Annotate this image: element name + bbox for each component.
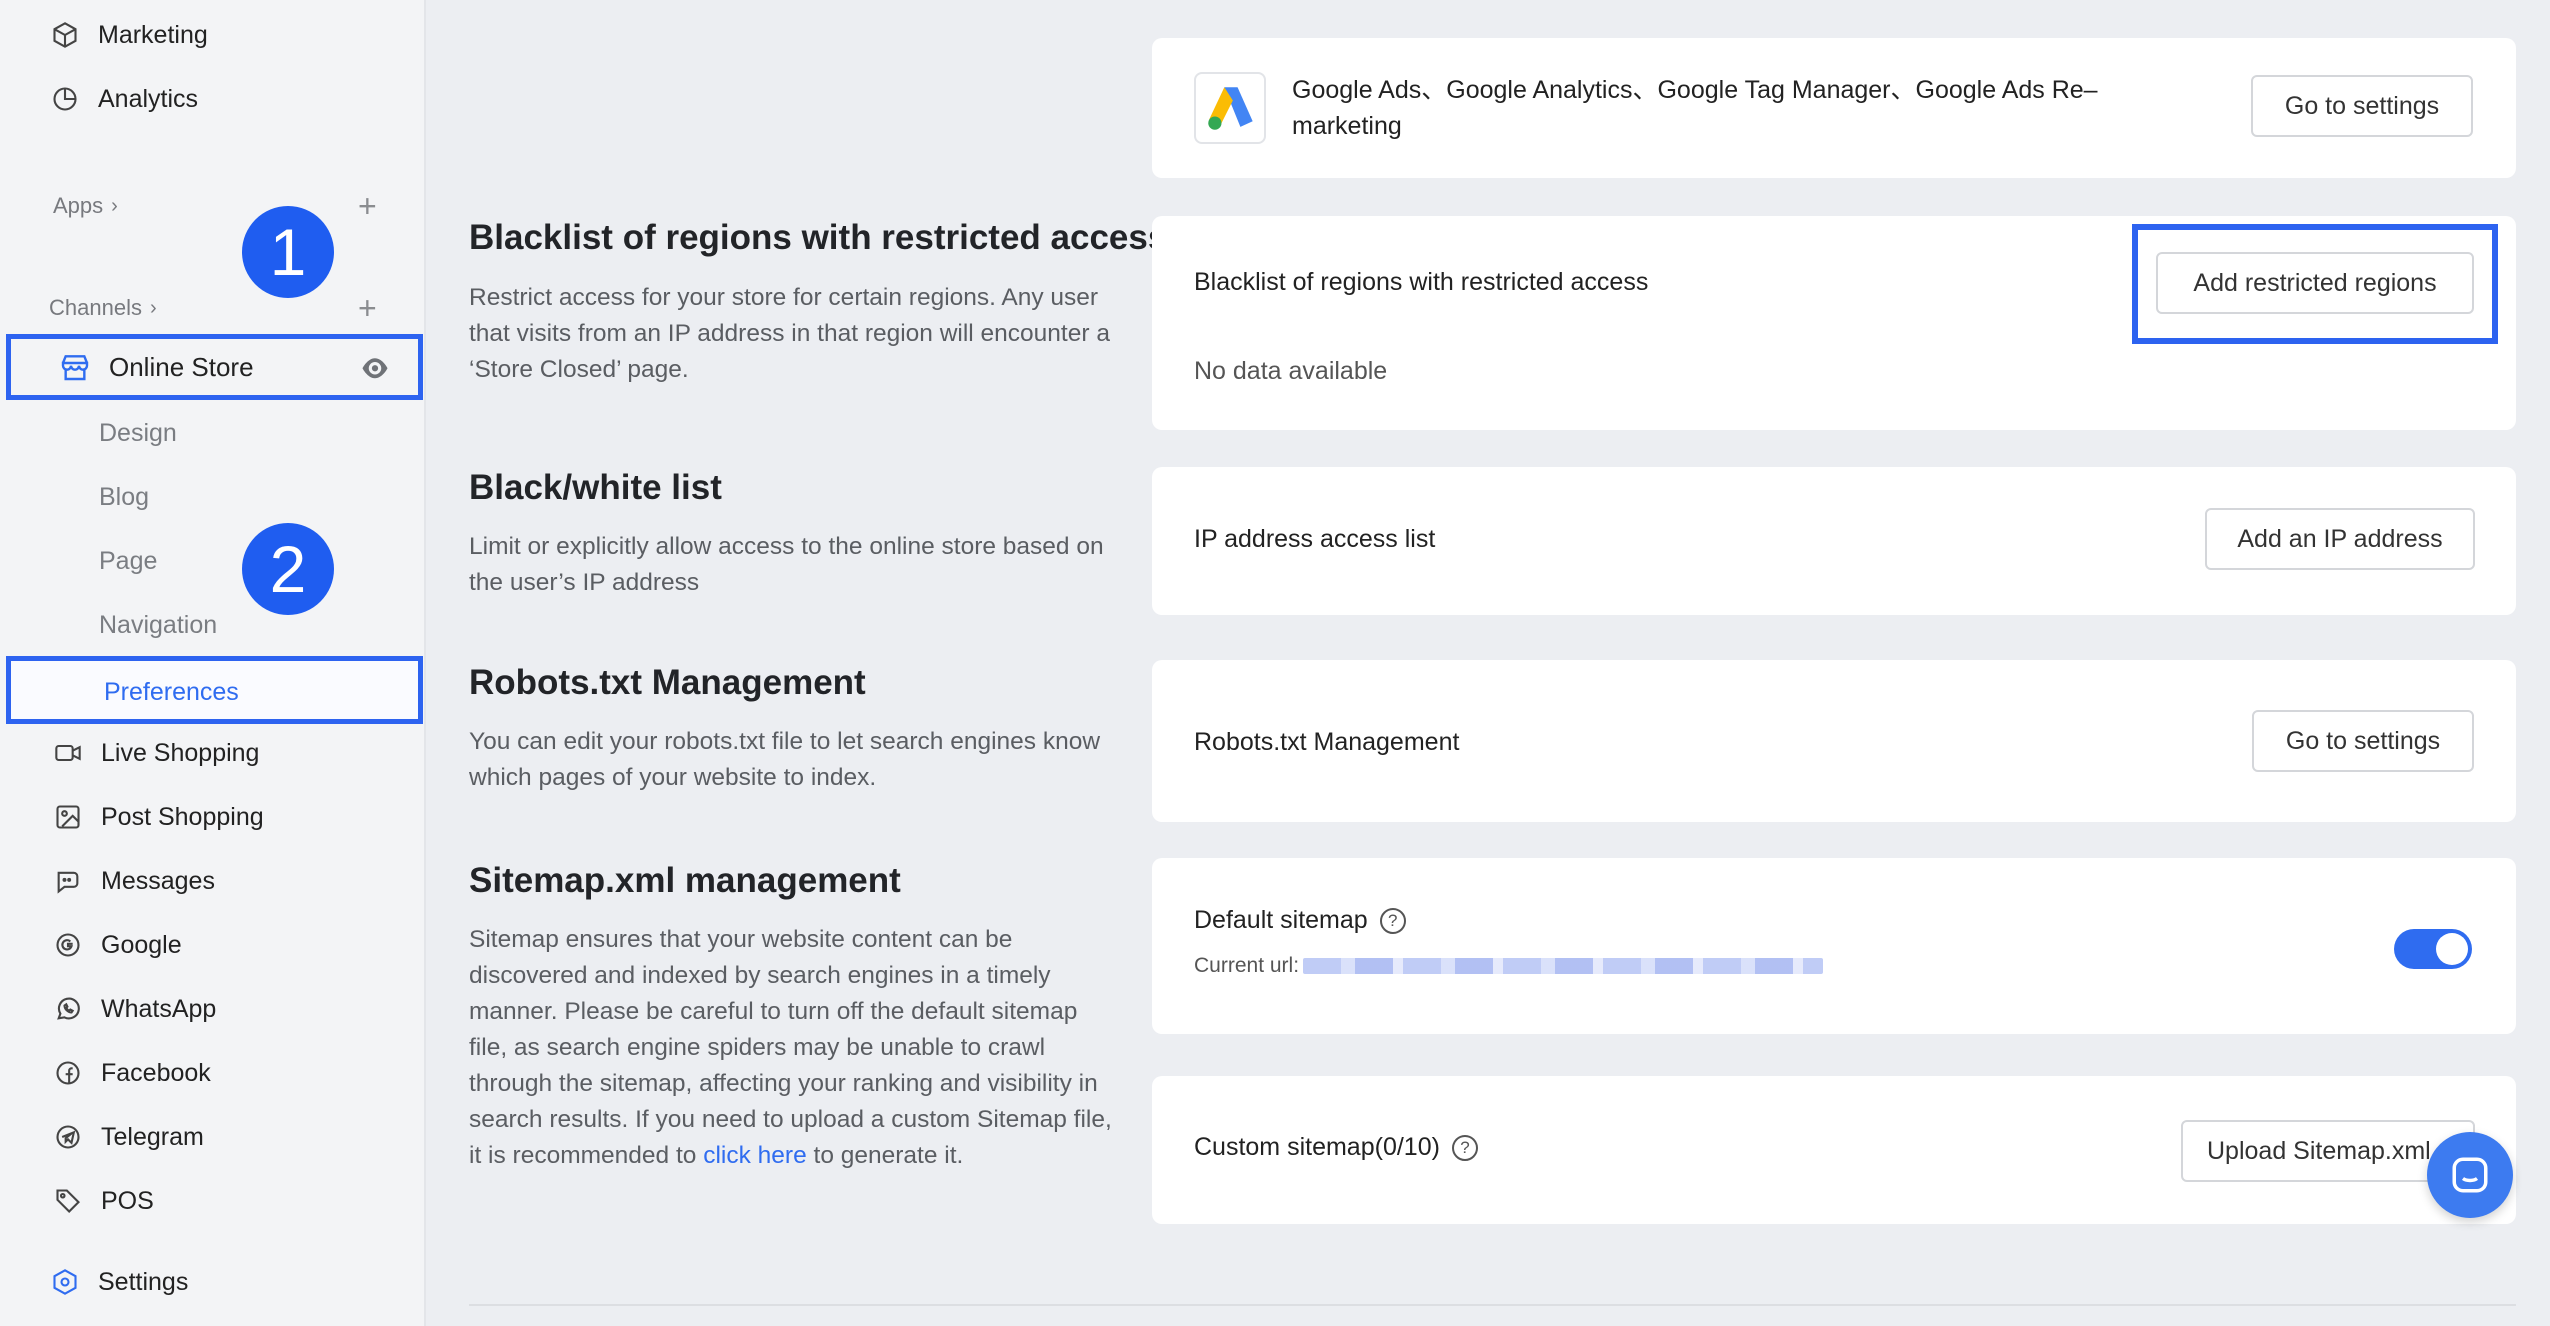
blacklist-section-desc: Restrict access for your store for certa… — [469, 284, 1110, 383]
sidebar-item-label: Facebook — [101, 1058, 211, 1087]
sitemap-desc-text: Sitemap ensures that your website conten… — [469, 926, 1112, 1169]
help-icon[interactable]: ? — [1379, 907, 1406, 934]
sidebar-item-marketing[interactable]: Marketing — [50, 10, 208, 60]
sidebar-subitem-page[interactable]: Page — [99, 541, 157, 581]
sidebar-item-google[interactable]: Google — [53, 920, 182, 970]
blurred-url-value — [1303, 958, 1824, 975]
sidebar-subitem-label: Preferences — [104, 678, 239, 706]
eye-icon[interactable] — [360, 355, 390, 381]
ip-list-section-desc: Limit or explicitly allow access to the … — [469, 533, 1104, 596]
sidebar-item-post-shopping[interactable]: Post Shopping — [53, 792, 264, 842]
default-sitemap-card: Default sitemap ? Current url: — [1152, 858, 2516, 1034]
default-sitemap-label: Default sitemap ? — [1194, 906, 1406, 935]
add-channel-plus-icon[interactable]: + — [358, 292, 377, 324]
store-icon — [59, 351, 91, 383]
channels-label: Channels — [49, 295, 142, 320]
robots-go-to-settings-button[interactable]: Go to settings — [2252, 710, 2474, 772]
settings-hex-icon — [50, 1267, 80, 1297]
google-go-to-settings-button[interactable]: Go to settings — [2251, 75, 2473, 137]
sidebar-item-label: Online Store — [109, 351, 254, 382]
sidebar-item-label: WhatsApp — [101, 994, 217, 1023]
blacklist-section-title: Blacklist of regions with restricted acc… — [469, 218, 1168, 257]
sidebar-item-label: Marketing — [98, 20, 208, 49]
blacklist-empty-state: No data available — [1194, 357, 1388, 385]
support-chat-button[interactable] — [2427, 1132, 2513, 1218]
custom-sitemap-card: Custom sitemap(0/10) ? Upload Sitemap.xm… — [1152, 1076, 2516, 1224]
robots-card: Robots.txt Management Go to settings — [1152, 660, 2516, 822]
sidebar-item-label: Settings — [98, 1267, 189, 1296]
robots-section-desc: You can edit your robots.txt file to let… — [469, 728, 1101, 791]
highlight-add-restricted-regions — [2132, 224, 2498, 344]
default-sitemap-toggle[interactable] — [2394, 929, 2472, 969]
google-ads-logo-icon — [1194, 72, 1266, 144]
sidebar-item-label: POS — [101, 1186, 154, 1215]
current-url-row: Current url: — [1194, 954, 1824, 978]
annotation-badge-2: 2 — [242, 523, 334, 615]
sidebar-item-live-shopping[interactable]: Live Shopping — [53, 728, 259, 778]
sidebar-item-label: Live Shopping — [101, 738, 260, 767]
sidebar-item-facebook[interactable]: Facebook — [53, 1048, 211, 1098]
help-icon[interactable]: ? — [1451, 1134, 1478, 1161]
blacklist-card-label: Blacklist of regions with restricted acc… — [1194, 268, 1649, 296]
chevron-right-icon: › — [149, 296, 157, 319]
ip-list-card: IP address access list Add an IP address — [1152, 467, 2516, 615]
sidebar-item-whatsapp[interactable]: WhatsApp — [53, 984, 216, 1034]
sidebar-item-pos[interactable]: POS — [53, 1176, 154, 1226]
sidebar-item-label: Messages — [101, 866, 215, 895]
add-app-plus-icon[interactable]: + — [358, 190, 377, 222]
sitemap-section-title: Sitemap.xml management — [469, 861, 901, 900]
custom-sitemap-label: Custom sitemap(0/10) ? — [1194, 1133, 1478, 1162]
divider — [469, 1304, 2516, 1306]
add-ip-address-button[interactable]: Add an IP address — [2205, 508, 2475, 570]
chat-bubble-icon — [2452, 1157, 2488, 1193]
annotation-badge-1: 1 — [242, 206, 334, 298]
sidebar-subitem-preferences[interactable]: Preferences — [6, 656, 423, 724]
google-integrations-card: Google Ads、Google Analytics、Google Tag M… — [1152, 38, 2516, 178]
whatsapp-icon — [53, 994, 83, 1024]
cube-icon — [50, 20, 80, 50]
sitemap-click-here-link[interactable]: click here — [703, 1142, 806, 1169]
sidebar-item-label: Analytics — [98, 84, 199, 113]
image-icon — [53, 802, 83, 832]
apps-section-label[interactable]: Apps › — [53, 193, 118, 219]
telegram-icon — [53, 1122, 83, 1152]
sidebar-item-label: Post Shopping — [101, 802, 264, 831]
robots-card-label: Robots.txt Management — [1194, 728, 1460, 756]
sidebar-item-telegram[interactable]: Telegram — [53, 1112, 204, 1162]
sidebar-subitem-design[interactable]: Design — [99, 413, 177, 453]
ip-list-card-label: IP address access list — [1194, 525, 1436, 553]
sidebar-item-settings[interactable]: Settings — [50, 1257, 188, 1307]
channels-section-label[interactable]: Channels › — [49, 295, 157, 321]
google-integrations-text-line2: marketing — [1292, 112, 1402, 140]
chat-icon — [53, 866, 83, 896]
pie-chart-icon — [50, 84, 80, 114]
custom-sitemap-label-text: Custom sitemap(0/10) — [1194, 1133, 1440, 1161]
sidebar-item-label: Google — [101, 930, 182, 959]
google-integrations-text: Google Ads、Google Analytics、Google Tag M… — [1292, 72, 2098, 144]
sidebar-item-label: Telegram — [101, 1122, 204, 1151]
sidebar-subitem-navigation[interactable]: Navigation — [99, 605, 217, 645]
sidebar-item-online-store[interactable]: Online Store — [6, 334, 423, 400]
sitemap-desc-text-end: to generate it. — [806, 1142, 964, 1169]
sitemap-section-desc: Sitemap ensures that your website conten… — [469, 922, 1119, 1174]
sidebar-item-messages[interactable]: Messages — [53, 856, 215, 906]
robots-section-title: Robots.txt Management — [469, 663, 866, 702]
sidebar-item-analytics[interactable]: Analytics — [50, 74, 198, 124]
default-sitemap-label-text: Default sitemap — [1194, 906, 1368, 934]
google-icon — [53, 930, 83, 960]
chevron-right-icon: › — [111, 194, 118, 217]
google-integrations-text-line1: Google Ads、Google Analytics、Google Tag M… — [1292, 76, 2098, 104]
current-url-label: Current url: — [1194, 954, 1300, 977]
ip-list-section-title: Black/white list — [469, 468, 722, 507]
sidebar-subitem-blog[interactable]: Blog — [99, 477, 149, 517]
tag-icon — [53, 1186, 83, 1216]
apps-label: Apps — [53, 193, 104, 218]
sidebar: Marketing Analytics Apps › + Channels › … — [0, 0, 426, 1326]
facebook-icon — [53, 1058, 83, 1088]
video-icon — [53, 738, 83, 768]
